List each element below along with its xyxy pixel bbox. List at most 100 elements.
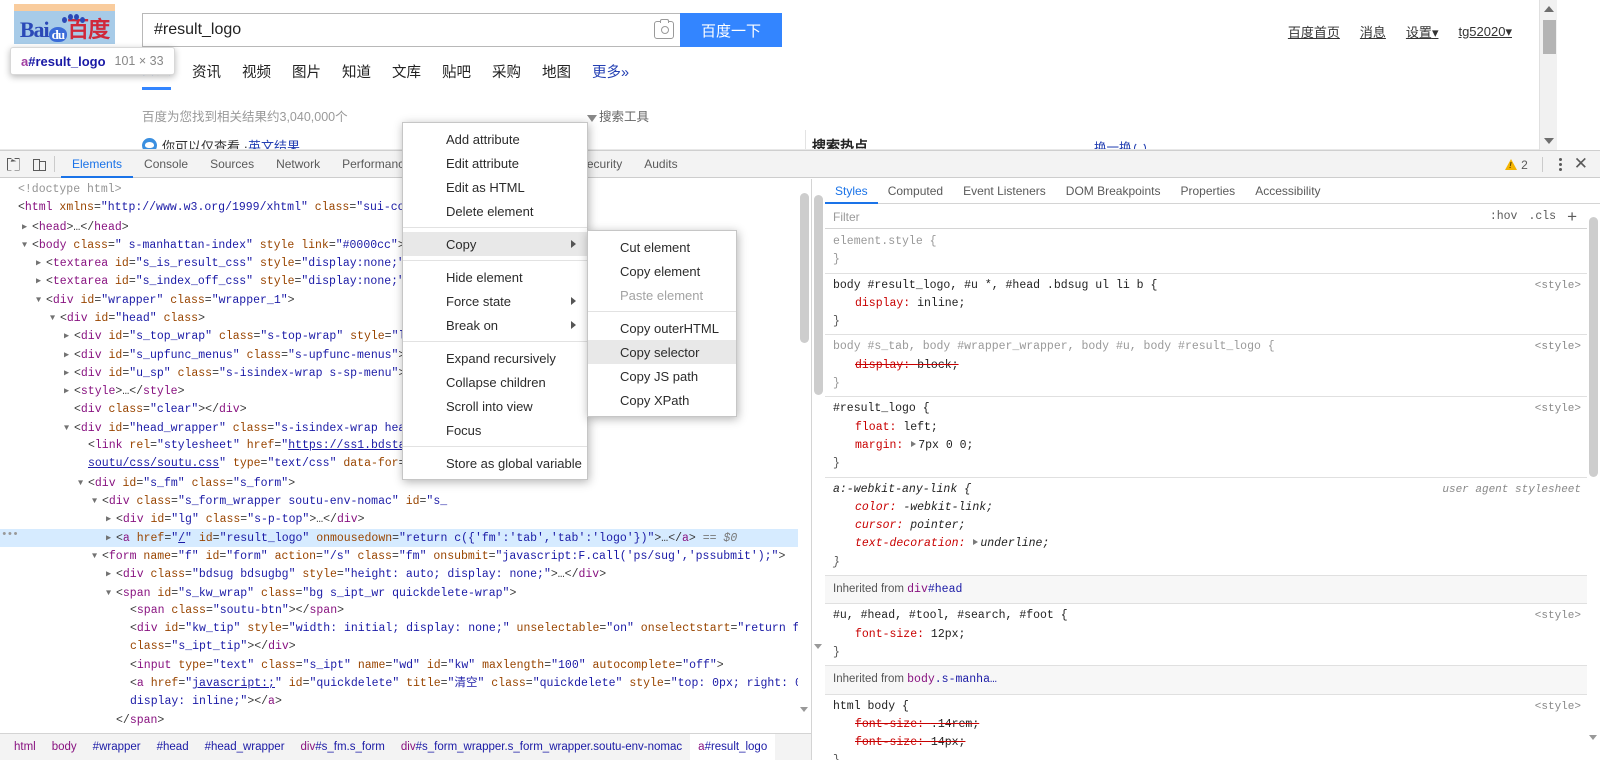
page-scrollbar-thumb[interactable]: [1543, 20, 1556, 54]
search-tools-button[interactable]: 搜索工具: [587, 106, 649, 125]
nav-tab-3[interactable]: 图片: [292, 61, 321, 90]
search-submit-button[interactable]: 百度一下: [680, 13, 782, 47]
devtools-tab-sources[interactable]: Sources: [199, 151, 265, 178]
collapse-triangle-icon[interactable]: ▶: [22, 218, 32, 236]
css-rule-source[interactable]: <style>: [1535, 698, 1581, 716]
expand-triangle-icon[interactable]: ▼: [92, 547, 102, 565]
breadcrumb-item-4[interactable]: #head_wrapper: [197, 734, 293, 760]
collapse-triangle-icon[interactable]: ▶: [64, 364, 74, 382]
devtools-tab-audits[interactable]: Audits: [633, 151, 688, 178]
styles-right-scrollbar[interactable]: [1587, 205, 1600, 760]
english-results-link[interactable]: 英文结果: [248, 136, 300, 150]
top-link-user[interactable]: tg52020▾: [1458, 24, 1512, 40]
expand-triangle-icon[interactable]: ▼: [64, 419, 74, 437]
menu-item-add-attribute[interactable]: Add attribute: [403, 127, 587, 151]
collapse-triangle-icon[interactable]: ▶: [64, 327, 74, 345]
css-property-0[interactable]: font-size: 12px;: [833, 626, 1587, 644]
nav-tab-7[interactable]: 采购: [492, 61, 521, 90]
nav-tab-9[interactable]: 更多»: [592, 61, 629, 90]
close-devtools-icon[interactable]: ✕: [1570, 155, 1596, 174]
dom-node[interactable]: <a href="javascript:;" id="quickdelete" …: [0, 675, 811, 693]
submenu-item-copy-xpath[interactable]: Copy XPath: [588, 388, 736, 412]
cls-toggle-button[interactable]: .cls: [1528, 210, 1556, 223]
collapse-triangle-icon[interactable]: ▶: [36, 272, 46, 290]
more-options-icon[interactable]: [1551, 158, 1570, 171]
collapse-triangle-icon[interactable]: ▶: [106, 565, 116, 583]
css-property-2[interactable]: text-decoration: underline;: [833, 535, 1587, 553]
css-property-0[interactable]: color: -webkit-link;: [833, 499, 1587, 517]
menu-item-copy[interactable]: Copy: [403, 232, 587, 256]
scroll-down-arrow-icon[interactable]: [800, 707, 808, 730]
css-rule-1[interactable]: <style> body #result_logo, #u *, #head .b…: [825, 274, 1587, 336]
collapse-triangle-icon[interactable]: ▶: [64, 382, 74, 400]
expand-triangle-icon[interactable]: [973, 539, 979, 546]
breadcrumb-item-7[interactable]: a#result_logo: [690, 734, 776, 760]
breadcrumb-item-6[interactable]: div#s_form_wrapper.s_form_wrapper.soutu-…: [393, 734, 690, 760]
hov-toggle-button[interactable]: :hov: [1490, 210, 1518, 223]
nav-tab-6[interactable]: 贴吧: [442, 61, 471, 90]
expand-triangle-icon[interactable]: ▼: [92, 492, 102, 510]
dom-node-selected[interactable]: ▶<a href="/" id="result_logo" onmousedow…: [0, 526, 811, 547]
dom-node[interactable]: ▼ <div class="s_form_wrapper soutu-env-no…: [0, 492, 811, 510]
menu-item-force-state[interactable]: Force state: [403, 289, 587, 313]
nav-tab-1[interactable]: 资讯: [192, 61, 221, 90]
css-rule-source[interactable]: <style>: [1535, 607, 1581, 625]
expand-triangle-icon[interactable]: [911, 440, 917, 447]
camera-icon[interactable]: [654, 18, 674, 39]
menu-item-collapse-children[interactable]: Collapse children: [403, 370, 587, 394]
css-rule-source[interactable]: <style>: [1535, 338, 1581, 356]
styles-filter-input[interactable]: Filter: [825, 210, 1490, 224]
css-rule-4[interactable]: user agent stylesheet a:-webkit-any-link …: [825, 478, 1587, 577]
dom-node[interactable]: <span class="soutu-btn"></span>: [0, 602, 811, 620]
submenu-item-copy-js-path[interactable]: Copy JS path: [588, 364, 736, 388]
submenu-item-copy-selector[interactable]: Copy selector: [588, 340, 736, 364]
styles-tab-computed[interactable]: Computed: [878, 179, 953, 204]
styles-tab-event-listeners[interactable]: Event Listeners: [953, 179, 1056, 204]
scroll-down-arrow-icon[interactable]: [1540, 132, 1557, 150]
dom-context-menu[interactable]: Add attribute Edit attribute Edit as HTML D…: [402, 122, 588, 480]
dom-node[interactable]: <div id="kw_tip" style="width: initial; …: [0, 620, 811, 638]
top-link-messages[interactable]: 消息: [1360, 22, 1386, 41]
css-property-1[interactable]: cursor: pointer;: [833, 517, 1587, 535]
dom-node[interactable]: display: inline;"></a>: [0, 693, 811, 711]
breadcrumb-item-2[interactable]: #wrapper: [85, 734, 149, 760]
dom-context-submenu-copy[interactable]: Cut element Copy element Paste element Copy…: [587, 230, 737, 417]
page-scrollbar[interactable]: [1539, 0, 1557, 150]
breadcrumb-item-0[interactable]: html: [6, 734, 44, 760]
css-rule-3[interactable]: <style> #result_logo {float: left; margin:…: [825, 397, 1587, 478]
dom-node[interactable]: ▼ <span id="s_kw_wrap" class="bg s_ipt_wr…: [0, 584, 811, 602]
dom-node[interactable]: class="s_ipt_tip"></div>: [0, 638, 811, 656]
css-property-1[interactable]: margin: 7px 0 0;: [833, 437, 1587, 455]
device-toolbar-icon[interactable]: [26, 151, 52, 177]
styles-left-scrollbar[interactable]: [812, 179, 825, 760]
breadcrumb-item-3[interactable]: #head: [149, 734, 197, 760]
expand-triangle-icon[interactable]: ▼: [78, 474, 88, 492]
expand-triangle-icon[interactable]: ▼: [22, 236, 32, 254]
devtools-tab-elements[interactable]: Elements: [61, 151, 134, 178]
search-input[interactable]: #result_logo: [142, 13, 680, 47]
menu-item-store-as-global-variable[interactable]: Store as global variable: [403, 451, 587, 475]
css-property-0[interactable]: display: block;: [833, 357, 1587, 375]
dom-node[interactable]: <input type="hidden" name="rsv_spt" valu…: [0, 730, 811, 733]
nav-tab-2[interactable]: 视频: [242, 61, 271, 90]
css-property-0[interactable]: font-size: .14rem;: [833, 716, 1587, 734]
css-rule-source[interactable]: <style>: [1535, 400, 1581, 418]
warning-indicator[interactable]: 2: [1505, 158, 1528, 172]
css-rule-source[interactable]: user agent stylesheet: [1442, 481, 1581, 499]
styles-tab-dom-breakpoints[interactable]: DOM Breakpoints: [1056, 179, 1171, 204]
css-rule-6[interactable]: <style> #u, #head, #tool, #search, #foot …: [825, 604, 1587, 667]
css-rule-0[interactable]: element.style {}: [825, 230, 1587, 274]
submenu-item-copy-element[interactable]: Copy element: [588, 259, 736, 283]
styles-scrollbar-thumb[interactable]: [1589, 217, 1598, 477]
nav-tab-8[interactable]: 地图: [542, 61, 571, 90]
styles-tab-styles[interactable]: Styles: [825, 179, 878, 204]
new-style-rule-button[interactable]: +: [1567, 208, 1577, 225]
css-property-1[interactable]: font-size: 14px;: [833, 734, 1587, 752]
scroll-down-arrow-icon[interactable]: [1589, 735, 1597, 758]
css-rule-source[interactable]: <style>: [1535, 277, 1581, 295]
menu-item-edit-as-html[interactable]: Edit as HTML: [403, 175, 587, 199]
menu-item-focus[interactable]: Focus: [403, 418, 587, 442]
menu-item-delete-element[interactable]: Delete element: [403, 199, 587, 223]
dom-node[interactable]: <input type="text" class="s_ipt" name="w…: [0, 657, 811, 675]
collapse-triangle-icon[interactable]: ▶: [106, 529, 116, 547]
